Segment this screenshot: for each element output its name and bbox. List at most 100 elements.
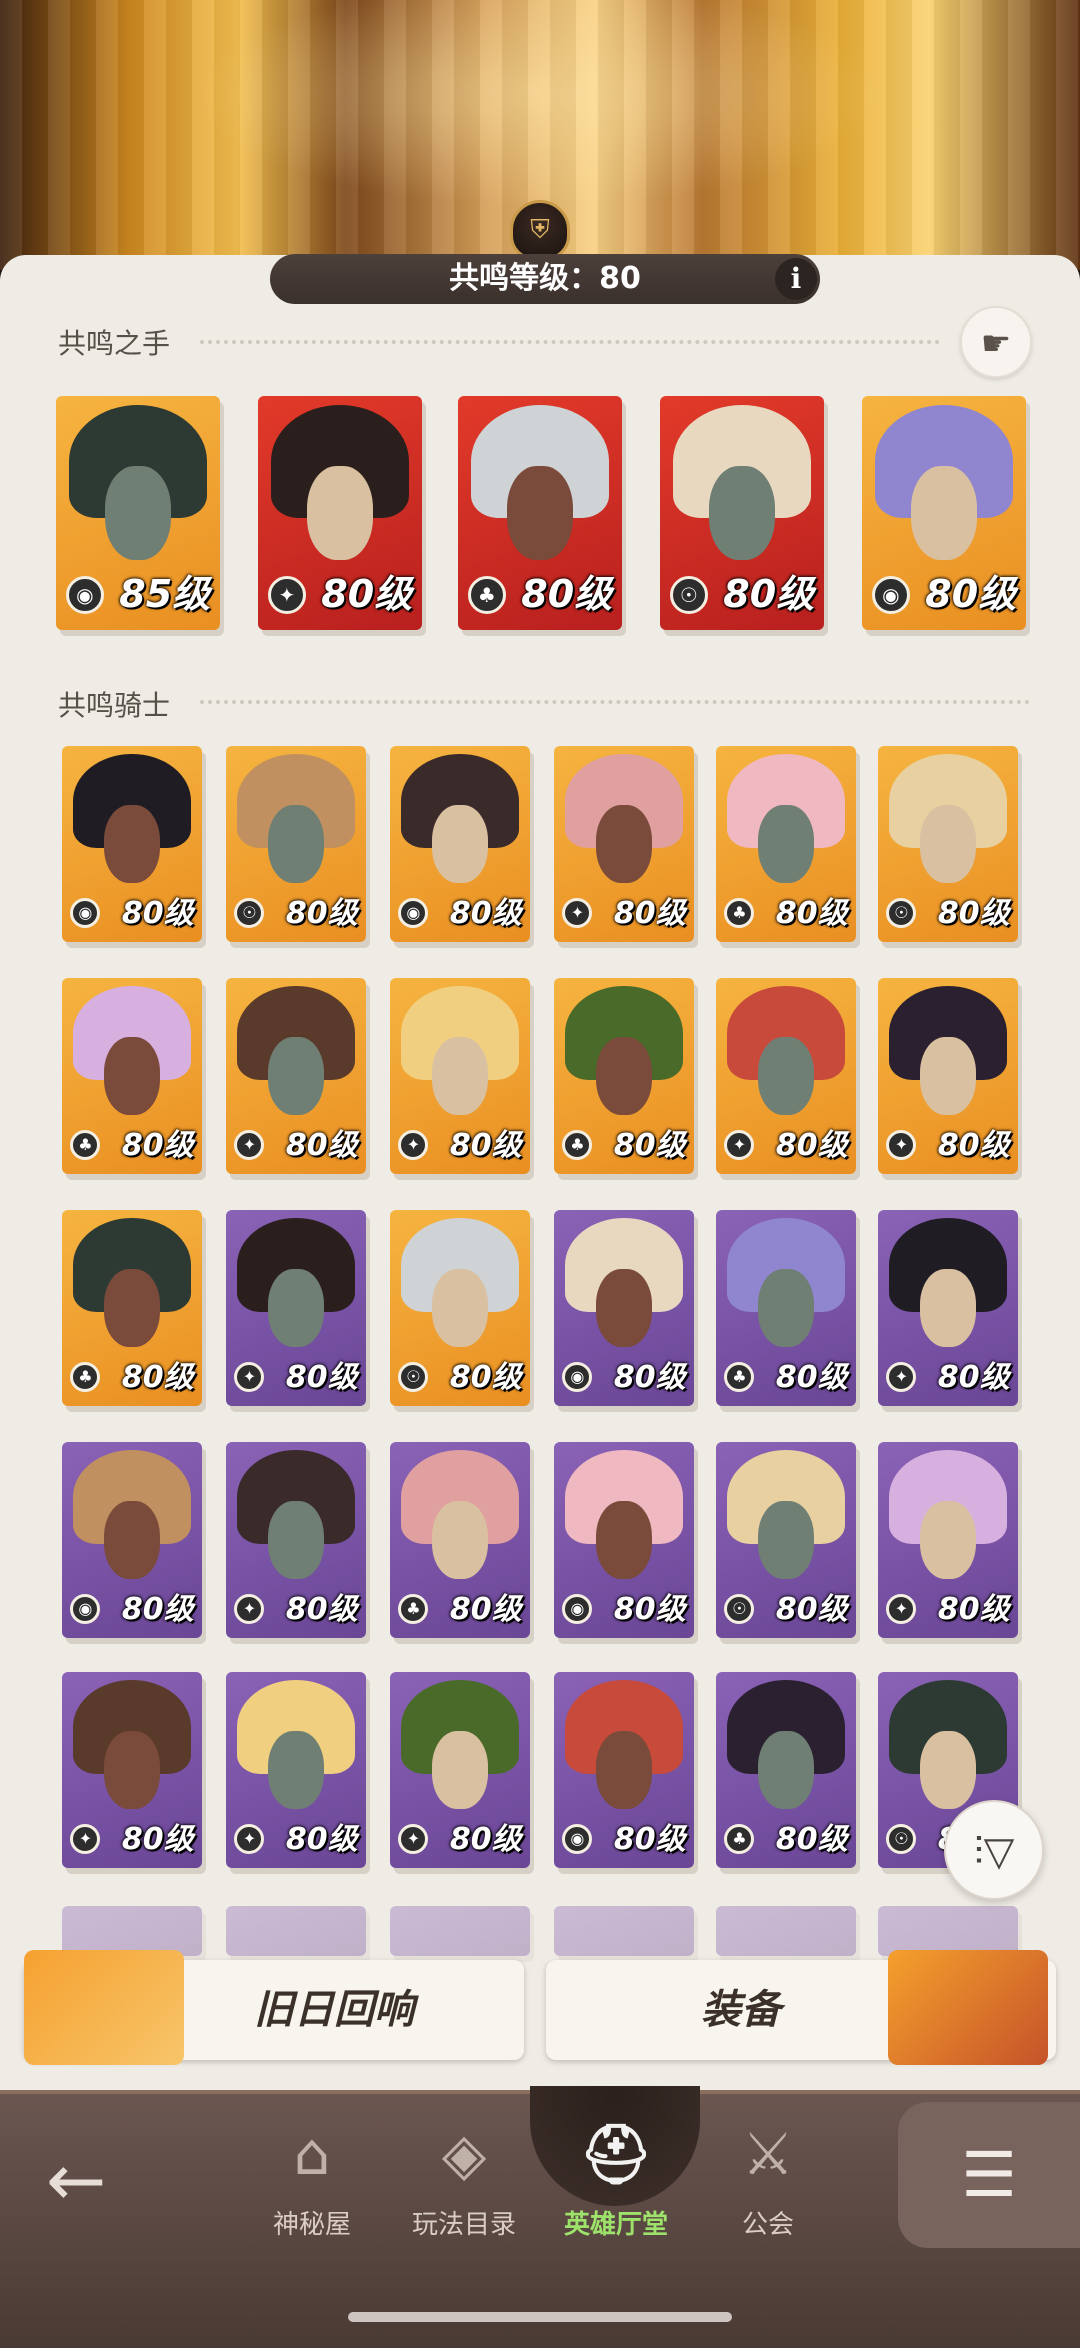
hero-card[interactable]: ✦ 80级 (878, 978, 1018, 1174)
hero-level: 80级 (285, 1360, 358, 1396)
faction-green-icon: ♣ (467, 575, 506, 614)
hero-card[interactable]: ♣ 80级 (62, 978, 202, 1174)
hero-portrait-face (596, 1730, 652, 1810)
hero-level: 80级 (321, 572, 413, 617)
hero-card[interactable]: ✦ 80级 (390, 978, 530, 1174)
hero-card[interactable]: ♣ 80级 (390, 1442, 530, 1638)
hero-card[interactable]: ✦ 80级 (258, 396, 422, 630)
nav-item-label: 公会 (741, 2210, 794, 2240)
hero-portrait-face (758, 1036, 814, 1116)
hero-card[interactable]: ✦ 80级 (554, 746, 694, 942)
hero-level: 80级 (613, 1822, 686, 1858)
hero-card[interactable]: ☉ 80级 (716, 1442, 856, 1638)
filter-button[interactable]: ⫶▽ (944, 1800, 1044, 1900)
hero-card-partial[interactable] (554, 1906, 694, 1956)
hero-card[interactable]: ♣ 80级 (62, 1210, 202, 1406)
hero-card[interactable]: ✦ 80级 (226, 978, 366, 1174)
hero-portrait-face (596, 1268, 652, 1348)
faction-green-icon: ♣ (398, 1594, 429, 1625)
hero-card[interactable]: ♣ 80级 (458, 396, 622, 630)
faction-blue-icon: ✦ (886, 1362, 917, 1393)
hero-level: 80级 (613, 896, 686, 932)
hero-level: 80级 (925, 572, 1017, 617)
nav-item-hero-hall[interactable]: ⛑ 英雄厅堂 (546, 2112, 686, 2241)
filter-icon: ⫶▽ (973, 1829, 1015, 1875)
hero-level: 80级 (121, 1128, 194, 1164)
hero-card-partial[interactable] (390, 1906, 530, 1956)
faction-green-icon: ♣ (724, 1824, 755, 1855)
faction-blue-icon: ✦ (398, 1130, 429, 1161)
hero-card[interactable]: ☉ 80级 (660, 396, 824, 630)
hero-portrait-face (432, 804, 488, 884)
nav-item-label: 神秘屋 (272, 2210, 351, 2240)
hero-card[interactable]: ♣ 80级 (554, 978, 694, 1174)
section-divider (200, 700, 1030, 704)
faction-green-icon: ♣ (724, 898, 755, 929)
hero-card[interactable]: ✦ 80级 (716, 978, 856, 1174)
hero-card[interactable]: ◉ 80级 (554, 1442, 694, 1638)
resonance-hand-button[interactable]: ☛ (960, 306, 1032, 378)
hero-card[interactable]: ◉ 80级 (390, 746, 530, 942)
hero-card[interactable]: ◉ 80级 (554, 1672, 694, 1868)
hero-card[interactable]: ◉ 80级 (862, 396, 1026, 630)
hero-portrait-face (432, 1500, 488, 1580)
hero-card[interactable]: ✦ 80级 (878, 1210, 1018, 1406)
hero-card[interactable]: ◉ 80级 (62, 746, 202, 942)
hero-portrait-face (104, 1730, 160, 1810)
hero-portrait-face (920, 1036, 976, 1116)
hero-level: 80级 (775, 1128, 848, 1164)
hero-portrait-face (307, 466, 373, 560)
hero-card[interactable]: ✦ 80级 (226, 1672, 366, 1868)
hero-card[interactable]: ☉ 80级 (878, 746, 1018, 942)
faction-gold-icon: ☉ (669, 575, 708, 614)
hero-portrait-face (268, 1036, 324, 1116)
hero-card[interactable]: ✦ 80级 (390, 1672, 530, 1868)
hero-card[interactable]: ✦ 80级 (878, 1442, 1018, 1638)
hero-level: 80级 (449, 1822, 522, 1858)
faction-gold-icon: ☉ (886, 1824, 917, 1855)
faction-gold-icon: ☉ (886, 898, 917, 929)
hero-portrait-face (432, 1036, 488, 1116)
back-arrow-icon[interactable]: ← (46, 2144, 136, 2220)
hero-portrait-face (758, 1500, 814, 1580)
hero-card[interactable]: ♣ 80级 (716, 746, 856, 942)
hero-card[interactable]: ✦ 80级 (226, 1442, 366, 1638)
hero-level: 80级 (775, 1822, 848, 1858)
faction-blue-icon: ✦ (234, 1362, 265, 1393)
faction-dark-icon: ◉ (562, 1594, 593, 1625)
hero-card[interactable]: ✦ 80级 (62, 1672, 202, 1868)
faction-gold-icon: ☉ (398, 1362, 429, 1393)
hero-level: 80级 (613, 1360, 686, 1396)
hero-card[interactable]: ◉ 80级 (62, 1442, 202, 1638)
nav-item-mystery-house[interactable]: ⌂ 神秘屋 (242, 2112, 382, 2241)
hero-card[interactable]: ♣ 80级 (716, 1672, 856, 1868)
hero-level: 80级 (449, 1592, 522, 1628)
hero-card[interactable]: ♣ 80级 (716, 1210, 856, 1406)
nav-item-label: 英雄厅堂 (563, 2210, 668, 2240)
faction-blue-icon: ✦ (562, 898, 593, 929)
hero-card-partial[interactable] (878, 1906, 1018, 1956)
hero-card[interactable]: ◉ 85级 (56, 396, 220, 630)
hero-card[interactable]: ☉ 80级 (226, 746, 366, 942)
info-button[interactable]: i (775, 258, 817, 300)
hero-level: 80级 (121, 1360, 194, 1396)
hero-card-partial[interactable] (716, 1906, 856, 1956)
menu-list-icon[interactable]: ☰ (898, 2102, 1080, 2248)
faction-blue-icon: ✦ (886, 1130, 917, 1161)
nav-item-guild[interactable]: ⚔ 公会 (698, 2112, 838, 2241)
hero-level: 80级 (521, 572, 613, 617)
faction-blue-icon: ✦ (70, 1824, 101, 1855)
hero-portrait-face (596, 1500, 652, 1580)
hero-card[interactable]: ✦ 80级 (226, 1210, 366, 1406)
hero-card[interactable]: ☉ 80级 (390, 1210, 530, 1406)
hero-card-partial[interactable] (62, 1906, 202, 1956)
hero-card[interactable]: ◉ 80级 (554, 1210, 694, 1406)
hero-level: 80级 (449, 1360, 522, 1396)
hero-portrait-face (105, 466, 171, 560)
hero-card-partial[interactable] (226, 1906, 366, 1956)
home-indicator (348, 2312, 732, 2322)
hero-portrait-face (104, 1268, 160, 1348)
faction-green-icon: ♣ (70, 1362, 101, 1393)
helmet-crest-icon: ⛨ (510, 200, 570, 260)
nav-item-game-modes[interactable]: ◈ 玩法目录 (394, 2112, 534, 2241)
